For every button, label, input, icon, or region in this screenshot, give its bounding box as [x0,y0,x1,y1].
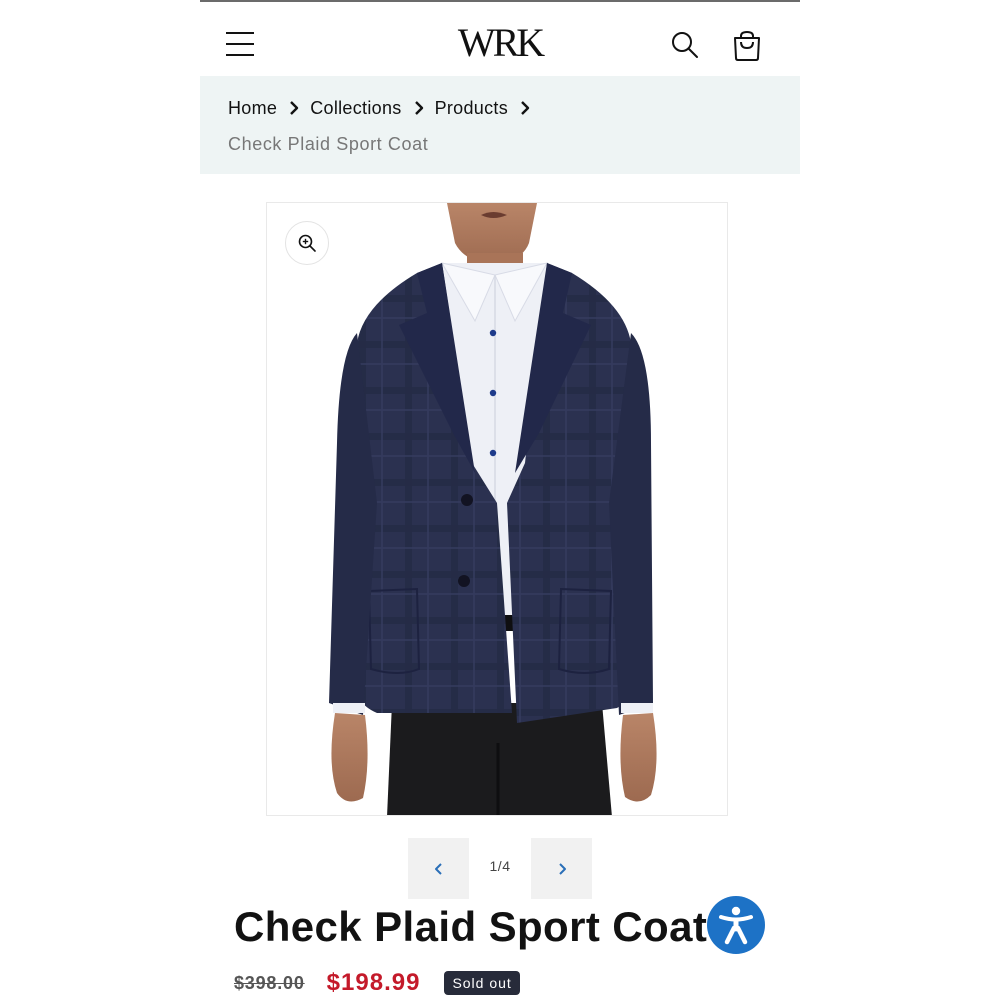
chevron-right-icon [283,96,305,120]
shopping-bag-icon[interactable] [730,28,764,62]
chevron-right-icon [514,96,536,120]
accessibility-icon[interactable] [707,896,765,954]
search-icon[interactable] [670,30,700,60]
chevron-right-icon [558,862,566,875]
breadcrumb-collections[interactable]: Collections [310,98,401,119]
slider-counter: 1/4 [489,858,511,874]
breadcrumb-current: Check Plaid Sport Coat [228,134,429,154]
store-logo[interactable]: WRK [450,20,550,66]
breadcrumb-products[interactable]: Products [435,98,508,119]
product-page: WRK Home Collections Products Check Plai… [200,0,800,1000]
sale-price: $198.99 [326,969,421,996]
breadcrumb-home[interactable]: Home [228,98,277,119]
zoom-in-icon[interactable] [285,221,329,265]
sold-out-badge: Sold out [444,971,520,995]
product-image[interactable] [266,202,728,816]
breadcrumb: Home Collections Products Check Plaid Sp… [200,76,800,174]
model-photo [329,203,657,815]
chevron-left-icon [434,862,442,875]
site-header: WRK [200,2,800,76]
slider-prev-button[interactable] [408,838,469,899]
chevron-right-icon [408,96,430,120]
hamburger-menu-icon[interactable] [226,30,256,58]
price-row: $398.00 $198.99 Sold out [234,966,520,1000]
slider-next-button[interactable] [531,838,592,899]
compare-at-price: $398.00 [234,972,305,993]
product-title: Check Plaid Sport Coat [234,903,708,950]
